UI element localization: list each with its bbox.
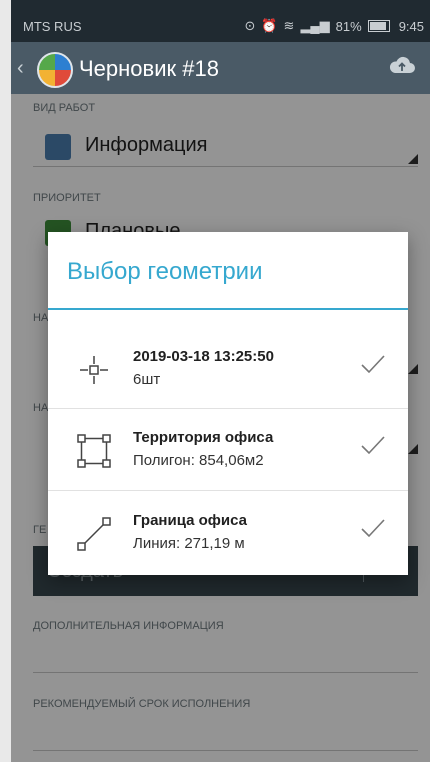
cloud-upload-icon[interactable] [388,54,416,76]
polygon-icon [77,434,111,468]
app-bar: ‹ Черновик #18 [11,42,430,94]
geometry-item-point[interactable]: 2019-03-18 13:25:50 6шт [48,328,408,410]
geometry-item-name: Территория офиса [133,429,274,446]
geometry-item-detail: Полигон: 854,06м2 [133,452,264,469]
wifi-icon: ≋ [283,18,295,33]
checkmark-icon [361,519,385,538]
battery-icon [367,20,390,32]
back-arrow-icon[interactable]: ‹ [17,57,24,80]
app-logo[interactable] [37,52,73,88]
line-icon [77,517,111,551]
location-icon: ⊙ [244,18,256,33]
status-bar: MTS RUS ⊙ ⏰ ≋ ▂▄▆ 81% 9:45 [11,0,430,42]
geometry-item-line[interactable]: Граница офиса Линия: 271,19 м [48,492,408,574]
point-icon [80,356,108,384]
geometry-select-dialog: Выбор геометрии 2019-03-18 13:25:50 6шт … [48,232,408,575]
geometry-item-name: Граница офиса [133,512,248,529]
alarm-icon: ⏰ [261,18,278,33]
phone-screen: MTS RUS ⊙ ⏰ ≋ ▂▄▆ 81% 9:45 ‹ Черновик #1… [11,0,430,762]
checkmark-icon [361,436,385,455]
geometry-item-detail: Линия: 271,19 м [133,535,245,552]
item-divider [48,490,408,491]
geometry-item-name: 2019-03-18 13:25:50 [133,348,274,365]
checkmark-icon [361,355,385,374]
geometry-item-detail: 6шт [133,371,161,388]
status-indicators: ⊙ ⏰ ≋ ▂▄▆ 81% 9:45 [244,18,424,34]
dialog-title: Выбор геометрии [67,258,263,285]
clock: 9:45 [398,18,424,34]
geometry-item-polygon[interactable]: Территория офиса Полигон: 854,06м2 [48,409,408,491]
carrier-name: MTS RUS [23,19,82,34]
signal-icon: ▂▄▆ [300,18,330,33]
dialog-title-divider [48,308,408,310]
page-title: Черновик #18 [79,56,219,81]
battery-percent: 81% [335,18,362,34]
